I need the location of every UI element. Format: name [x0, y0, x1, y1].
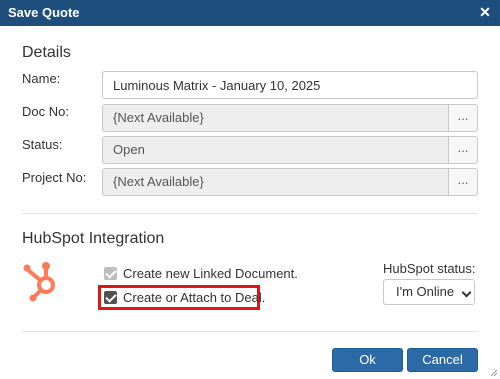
create-linked-document-checkbox [104, 266, 117, 280]
dialog-title: Save Quote [8, 5, 80, 20]
doc-no-field[interactable]: {Next Available} [102, 104, 448, 132]
doc-no-label: Doc No: [22, 104, 69, 119]
footer-divider [22, 331, 478, 332]
chevron-down-icon [461, 287, 472, 298]
attach-deal-option[interactable]: Create or Attach to Deal. [104, 288, 265, 306]
doc-no-picker-button[interactable]: ... [448, 104, 478, 132]
resize-grip-icon[interactable] [490, 369, 498, 377]
close-icon[interactable]: ✕ [477, 4, 493, 20]
attach-deal-checkbox[interactable] [104, 290, 117, 304]
ok-button[interactable]: Ok [332, 348, 403, 372]
create-linked-document-option: Create new Linked Document. [104, 264, 298, 282]
dialog-titlebar: Save Quote ✕ [0, 0, 500, 26]
hubspot-status-select[interactable]: I'm Online [383, 279, 475, 305]
name-label: Name: [22, 71, 61, 86]
project-no-label: Project No: [22, 170, 87, 185]
create-linked-document-label: Create new Linked Document. [123, 265, 298, 281]
attach-deal-label: Create or Attach to Deal. [123, 289, 266, 305]
hubspot-status-label: HubSpot status: [383, 261, 476, 276]
hubspot-logo-icon [23, 262, 55, 302]
hubspot-status-value: I'm Online [396, 284, 455, 299]
cancel-button[interactable]: Cancel [407, 348, 478, 372]
status-label: Status: [22, 137, 63, 152]
name-input[interactable] [102, 71, 478, 99]
project-no-picker-button[interactable]: ... [448, 168, 478, 196]
status-field[interactable]: Open [102, 136, 448, 164]
hubspot-heading: HubSpot Integration [22, 230, 165, 247]
details-heading: Details [22, 44, 71, 61]
section-divider [22, 213, 478, 214]
status-picker-button[interactable]: ... [448, 136, 478, 164]
project-no-field[interactable]: {Next Available} [102, 168, 448, 196]
